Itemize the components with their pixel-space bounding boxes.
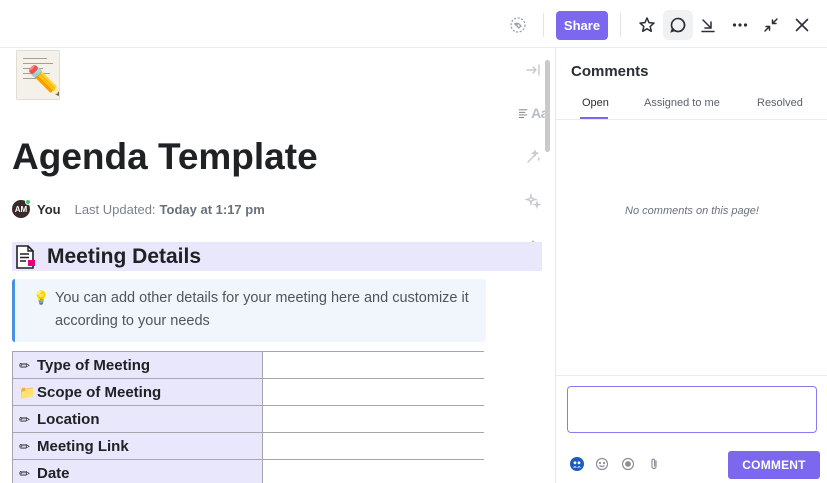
table-cell-label-text: Scope of Meeting [37,383,162,401]
download-icon[interactable] [693,10,723,40]
document-scrollbar[interactable] [545,60,550,152]
table-row: ✏ Date [12,459,484,483]
folder-icon: 📁 [19,384,36,400]
last-updated-label: Last Updated: [74,201,156,217]
more-options-icon[interactable] [725,10,755,40]
table-cell-label[interactable]: ✏ Date [12,459,263,483]
pencil-icon: ✏ [19,465,30,481]
table-row: ✏ Location [12,405,484,433]
table-cell-value[interactable] [262,378,484,406]
collapse-right-icon[interactable] [518,62,548,78]
page-title: Agenda Template [12,136,318,177]
sparkles-icon[interactable] [518,192,548,210]
magic-wand-icon[interactable] [518,148,548,166]
toolbar-divider [543,13,544,37]
table-row: ✏ Type of Meeting [12,351,484,379]
table-cell-label[interactable]: 📁 Scope of Meeting [12,378,263,406]
comments-panel: Comments Open Assigned to me Resolved No… [555,48,827,483]
pencil-icon: ✏ [19,411,30,427]
empty-comments-message: No comments on this page! [625,205,759,217]
table-cell-value[interactable] [262,351,484,379]
section-title: Meeting Details [47,244,202,268]
table-row: ✏ Meeting Link [12,432,484,460]
avatar[interactable]: AM [12,199,31,218]
tab-resolved[interactable]: Resolved [757,97,803,109]
comment-input[interactable] [567,386,817,433]
table-cell-value[interactable] [262,405,484,433]
document-icon [14,244,36,269]
table-cell-label[interactable]: ✏ Meeting Link [12,432,263,460]
tab-assigned-to-me[interactable]: Assigned to me [644,97,720,109]
tab-open[interactable]: Open [582,97,609,109]
record-icon[interactable] [620,456,636,472]
table-row: 📁 Scope of Meeting [12,378,484,406]
table-cell-label-text: Date [37,464,70,482]
author-name: You [37,201,61,217]
table-cell-label-text: Meeting Link [37,437,129,455]
font-settings-button[interactable]: Aa [518,104,548,122]
page-cover-icon[interactable]: ✏️ [16,50,60,100]
page-meta: AM You Last Updated: Today at 1:17 pm [12,199,265,219]
close-icon[interactable] [787,10,817,40]
table-cell-label[interactable]: ✏ Location [12,405,263,433]
share-button[interactable]: Share [556,11,608,40]
table-cell-label[interactable]: ✏ Type of Meeting [12,351,263,379]
table-cell-value[interactable] [262,432,484,460]
callout-text: You can add other details for your meeti… [55,290,469,329]
emoji-icon[interactable] [594,456,610,472]
tag-icon[interactable] [503,10,533,40]
table-cell-label-text: Type of Meeting [37,356,151,374]
table-cell-label-text: Location [37,410,100,428]
composer-divider [556,375,827,376]
meeting-details-table: ✏ Type of Meeting 📁 Scope of Meeting ✏ Locati… [12,351,484,483]
document-editor: ✏️ Aa Agenda Template AM You Last Update… [0,48,555,483]
comment-submit-button[interactable]: COMMENT [728,451,820,479]
online-status-dot [25,199,31,205]
table-cell-value[interactable] [262,459,484,483]
collapse-icon[interactable] [756,10,786,40]
pencil-icon: ✏ [19,357,30,373]
comment-icon[interactable] [663,10,693,40]
lightbulb-icon: 💡 [33,290,50,305]
top-toolbar: Share [0,0,827,48]
pencil-icon: ✏ [19,438,30,454]
star-icon[interactable] [632,10,662,40]
last-updated-value: Today at 1:17 pm [159,201,265,217]
comments-tabs: Open Assigned to me Resolved [556,92,827,120]
attachment-icon[interactable] [646,456,662,472]
mention-people-icon[interactable] [569,456,585,472]
comments-title: Comments [571,63,649,80]
section-heading: Meeting Details [12,242,542,271]
pencil-icon: ✏️ [27,65,60,96]
toolbar-divider [620,13,621,37]
callout-block[interactable]: 💡 You can add other details for your mee… [12,279,486,342]
active-tab-indicator [580,117,608,119]
